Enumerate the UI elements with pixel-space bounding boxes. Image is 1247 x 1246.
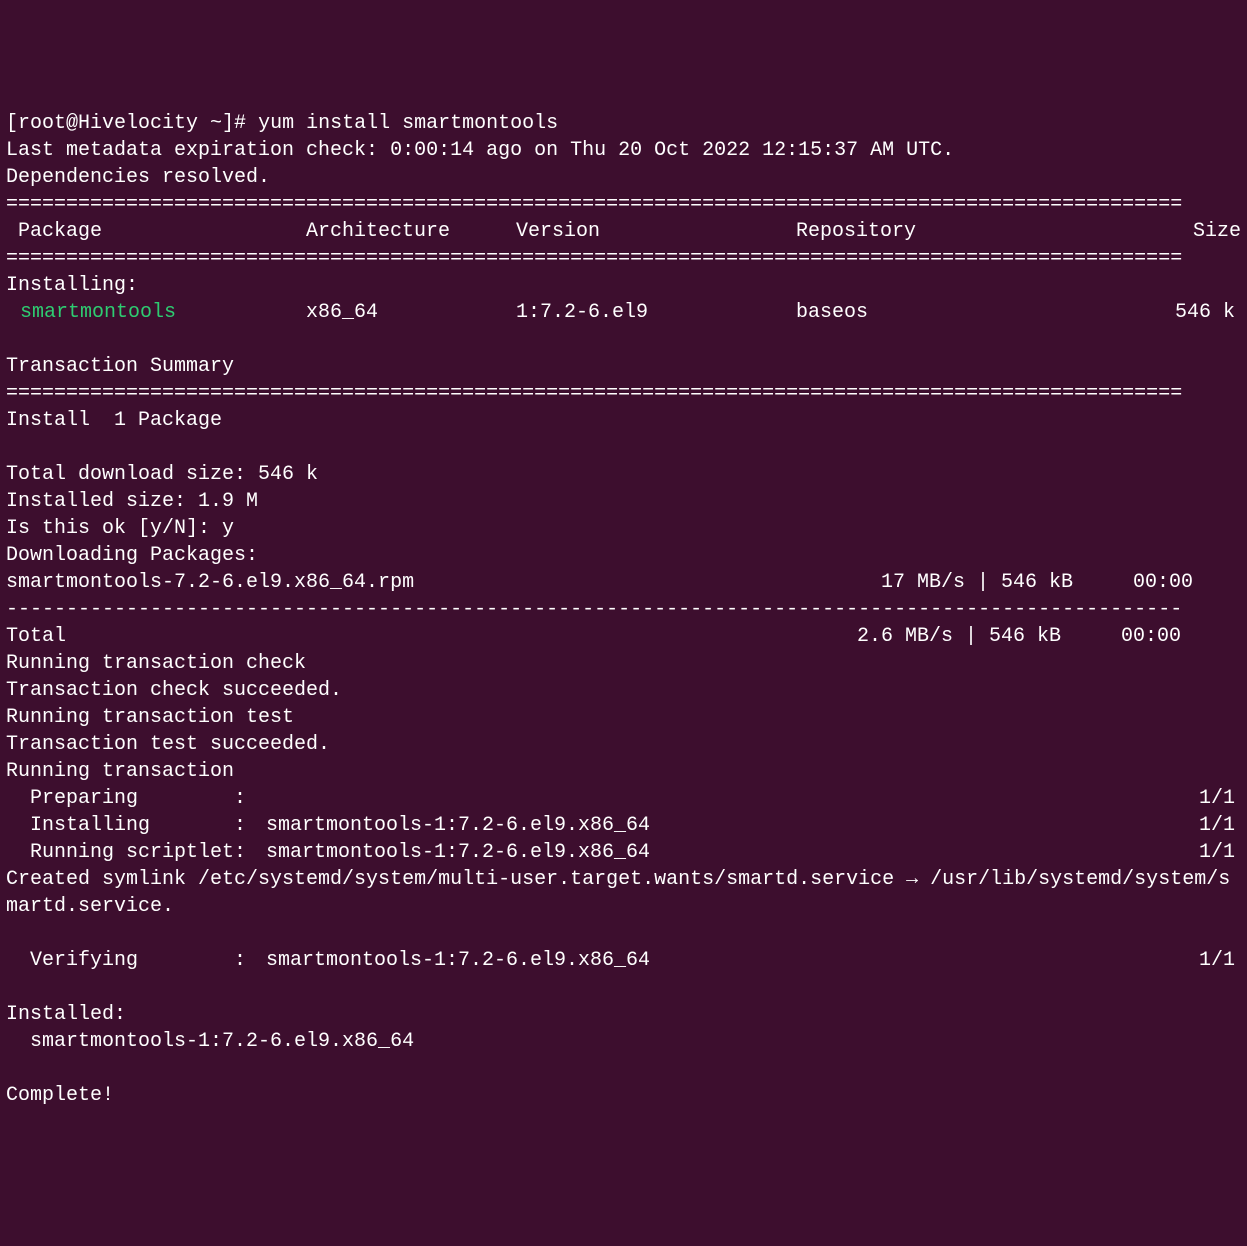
header-package: Package	[6, 218, 306, 245]
dependencies-resolved: Dependencies resolved.	[6, 166, 270, 189]
header-arch: Architecture	[306, 218, 516, 245]
step-label: Verifying :	[6, 947, 266, 974]
install-arch: x86_64	[306, 299, 516, 326]
divider-dash: ----------------------------------------…	[6, 598, 1182, 621]
terminal-output: [root@Hivelocity ~]# yum install smartmo…	[6, 110, 1241, 1109]
install-row: smartmontoolsx86_641:7.2-6.el9baseos546 …	[6, 299, 1241, 326]
prompt-user-host: [root@Hivelocity ~]#	[6, 112, 246, 135]
txn-test-ok: Transaction test succeeded.	[6, 733, 330, 756]
total-label: Total	[6, 623, 857, 650]
txn-running: Running transaction	[6, 760, 234, 783]
divider-eq: ========================================…	[6, 247, 1182, 270]
step-preparing: Preparing : 1/1	[6, 785, 1241, 812]
total-stats: 2.6 MB/s | 546 kB 00:00	[857, 623, 1241, 650]
total-row: Total2.6 MB/s | 546 kB 00:00	[6, 623, 1241, 650]
shell-prompt[interactable]: [root@Hivelocity ~]# yum install smartmo…	[6, 112, 558, 135]
txn-check: Running transaction check	[6, 652, 306, 675]
installed-package: smartmontools-1:7.2-6.el9.x86_64	[6, 1030, 414, 1053]
header-repo: Repository	[796, 218, 1006, 245]
step-label: Installing :	[6, 812, 266, 839]
download-filename: smartmontools-7.2-6.el9.x86_64.rpm	[6, 569, 869, 596]
confirm-prompt[interactable]: Is this ok [y/N]: y	[6, 517, 234, 540]
divider-eq: ========================================…	[6, 193, 1182, 216]
step-count: 1/1	[1199, 812, 1241, 839]
header-version: Version	[516, 218, 796, 245]
install-package-name: smartmontools	[6, 299, 306, 326]
step-installing: Installing :smartmontools-1:7.2-6.el9.x8…	[6, 812, 1241, 839]
step-label: Running scriptlet:	[6, 839, 266, 866]
command-text: yum install smartmontools	[258, 112, 558, 135]
divider-eq: ========================================…	[6, 382, 1182, 405]
install-size: 546 k	[1006, 299, 1241, 326]
complete-label: Complete!	[6, 1084, 114, 1107]
download-stats: 17 MB/s | 546 kB 00:00	[869, 569, 1241, 596]
installing-label: Installing:	[6, 274, 138, 297]
step-pkg: smartmontools-1:7.2-6.el9.x86_64	[266, 812, 1199, 839]
table-header: PackageArchitectureVersionRepositorySize	[6, 218, 1241, 245]
step-count: 1/1	[1199, 785, 1241, 812]
step-pkg	[266, 785, 1199, 812]
metadata-line: Last metadata expiration check: 0:00:14 …	[6, 139, 954, 162]
installed-label: Installed:	[6, 1003, 126, 1026]
step-count: 1/1	[1199, 839, 1241, 866]
install-count: Install 1 Package	[6, 409, 222, 432]
installed-size: Installed size: 1.9 M	[6, 490, 258, 513]
step-count: 1/1	[1199, 947, 1241, 974]
symlink-line: Created symlink /etc/systemd/system/mult…	[6, 866, 1241, 920]
txn-check-ok: Transaction check succeeded.	[6, 679, 342, 702]
download-size: Total download size: 546 k	[6, 463, 318, 486]
step-pkg: smartmontools-1:7.2-6.el9.x86_64	[266, 947, 1199, 974]
download-row: smartmontools-7.2-6.el9.x86_64.rpm 17 MB…	[6, 569, 1241, 596]
header-size: Size	[1006, 218, 1241, 245]
txn-test: Running transaction test	[6, 706, 294, 729]
install-version: 1:7.2-6.el9	[516, 299, 796, 326]
downloading-label: Downloading Packages:	[6, 544, 258, 567]
step-pkg: smartmontools-1:7.2-6.el9.x86_64	[266, 839, 1199, 866]
install-repo: baseos	[796, 299, 1006, 326]
step-scriptlet: Running scriptlet:smartmontools-1:7.2-6.…	[6, 839, 1241, 866]
transaction-summary: Transaction Summary	[6, 355, 234, 378]
step-label: Preparing :	[6, 785, 266, 812]
step-verifying: Verifying :smartmontools-1:7.2-6.el9.x86…	[6, 947, 1241, 974]
